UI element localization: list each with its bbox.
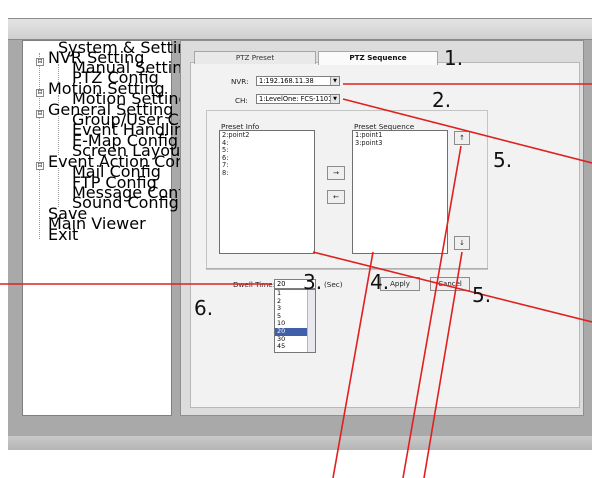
callout-number: 5. [472,283,492,307]
callout-number: 3. [303,270,323,294]
callout-line [423,251,463,478]
callout-number: 6. [194,296,214,320]
callout-line [332,251,374,478]
callout-line [342,98,592,164]
callout-number: 1. [444,46,464,70]
annotation-lines [0,83,592,478]
callout-number: 4. [370,270,390,294]
callout-number: 5. [493,148,513,172]
callout-number: 2. [432,88,452,112]
